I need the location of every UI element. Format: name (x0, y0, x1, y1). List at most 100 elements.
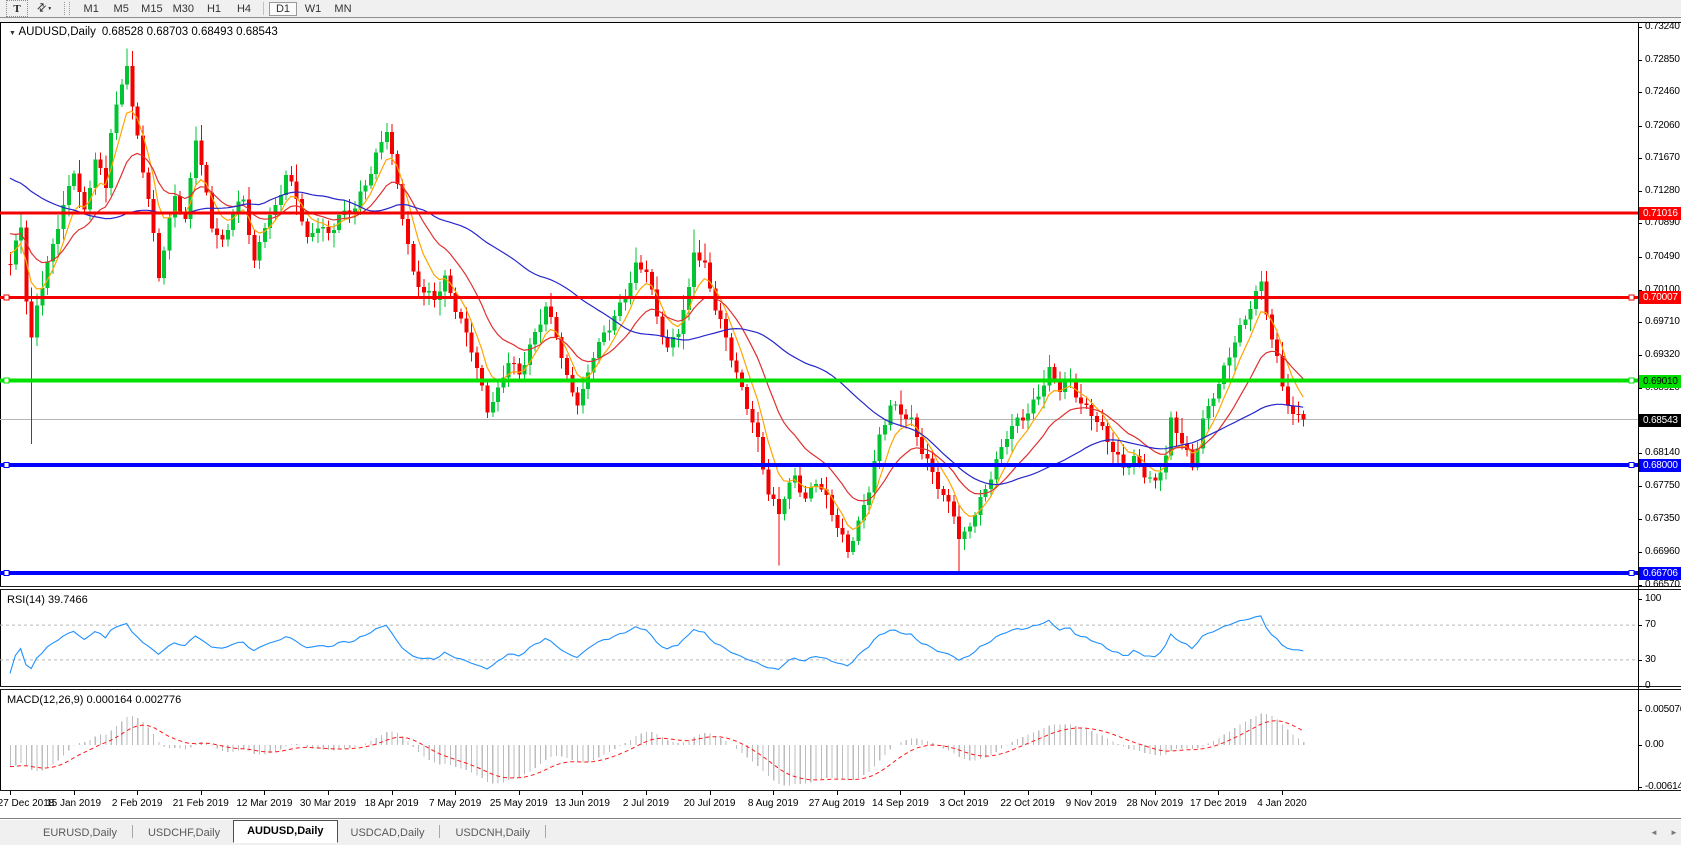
rsi-tick: 100 (1638, 593, 1681, 605)
rsi-tick-label: 30 (1645, 653, 1656, 665)
date-tick-label: 27 Aug 2019 (808, 798, 865, 809)
moving-average-medium (9, 152, 1304, 502)
line-handle (3, 294, 10, 301)
date-tick-label: 17 Dec 2019 (1190, 798, 1247, 809)
chart-title: ▼ AUDUSD,Daily 0.68528 0.68703 0.68493 0.… (7, 26, 278, 38)
date-tick-mark (836, 791, 838, 795)
timeframe-button-D1[interactable]: D1 (268, 1, 297, 16)
price-tick-label: 0.71280 (1645, 184, 1680, 196)
toolbar: T ⇅ ▼ M1 M5 M15 M30 H1 H4 D1 W1 MN (0, 0, 1681, 18)
rsi-tick-label: 0 (1645, 680, 1651, 691)
date-tick-label: 7 May 2019 (429, 798, 482, 809)
symbol-tab-AUDUSD[interactable]: AUDUSD,Daily (233, 820, 338, 843)
timeframe-toolbar: M1 M5 M15 M30 H1 H4 D1 W1 MN (76, 1, 358, 16)
macd-histogram (9, 713, 1305, 786)
symbol-dropdown-caret[interactable]: ▼ (9, 30, 16, 37)
price-tick-label: 0.72460 (1645, 86, 1680, 98)
tab-separator (131, 825, 133, 838)
timeframe-button-MN[interactable]: MN (329, 2, 357, 16)
macd-tick-label: 0.00 (1645, 739, 1664, 750)
text-tool-button[interactable]: T (6, 0, 28, 17)
macd-tick: -0.006148 (1638, 781, 1681, 793)
rsi-tick: 0 (1638, 680, 1681, 692)
open-value: 0.68528 (101, 26, 144, 38)
price-line-tag[interactable]: 0.71016 (1639, 206, 1681, 220)
price-tick: 0.71670 (1638, 152, 1681, 164)
price-tick: 0.67350 (1638, 513, 1681, 525)
rsi-tick-dash (1638, 659, 1642, 661)
line-handle (1628, 294, 1635, 301)
macd-tick-dash (1638, 787, 1642, 789)
price-tick: 0.72460 (1638, 86, 1681, 98)
macd-indicator-canvas[interactable] (0, 690, 1681, 790)
symbol-tab-USDCNH[interactable]: USDCNH,Daily (442, 824, 543, 842)
date-tick-mark (264, 791, 266, 795)
price-tick: 0.72060 (1638, 120, 1681, 132)
price-tick-label: 0.67750 (1645, 479, 1680, 491)
trading-terminal: T ⇅ ▼ M1 M5 M15 M30 H1 H4 D1 W1 MN ▼ AUDUSD,Dail… (0, 0, 1681, 845)
macd-tick-label: 0.005076 (1645, 704, 1681, 715)
panel-separator[interactable] (0, 686, 1681, 690)
date-tick-label: 20 Jul 2019 (683, 798, 736, 809)
price-line-tag[interactable]: 0.69010 (1639, 374, 1681, 388)
symbol-tab-EURUSD[interactable]: EURUSD,Daily (30, 824, 130, 842)
timeframe-button-M30[interactable]: M30 (169, 2, 198, 16)
price-tick-dash (1638, 453, 1642, 455)
macd-tick-dash (1638, 710, 1642, 711)
price-tick-dash (1638, 485, 1642, 487)
symbol-label: AUDUSD,Daily (18, 26, 96, 38)
text-tool-label: T (13, 2, 21, 15)
date-tick-label: 28 Nov 2019 (1126, 798, 1184, 809)
toolbar-grip[interactable] (64, 2, 71, 15)
price-tick-label: 0.69710 (1645, 316, 1680, 328)
toolbar-separator (262, 2, 264, 16)
price-line-tag[interactable]: 0.68000 (1639, 459, 1681, 473)
main-chart-canvas[interactable] (0, 22, 1681, 586)
timeframe-button-M5[interactable]: M5 (107, 2, 135, 16)
tab-scroll-right-icon[interactable]: ► (1670, 828, 1678, 837)
panel-separator[interactable] (0, 586, 1681, 590)
date-tick-mark (646, 791, 647, 795)
price-line-tag[interactable]: 0.70007 (1639, 291, 1681, 305)
symbol-tab-bar: EURUSD,Daily USDCHF,Daily AUDUSD,Daily USDC… (0, 818, 1681, 845)
symbol-tab-USDCAD[interactable]: USDCAD,Daily (338, 824, 438, 842)
tab-separator (439, 825, 441, 838)
arrange-windows-button[interactable]: ⇅ ▼ (33, 1, 54, 16)
date-axis[interactable]: 27 Dec 2018 15 Jan 2019 2 Feb 2019 21 Feb 2… (0, 791, 1681, 818)
date-tick-mark (328, 791, 329, 795)
rsi-tick-dash (1638, 686, 1642, 687)
date-tick-label: 18 Apr 2019 (364, 798, 419, 809)
price-tick-dash (1638, 354, 1642, 356)
date-tick-label: 9 Nov 2019 (1065, 798, 1117, 809)
rsi-indicator-canvas[interactable] (0, 590, 1681, 686)
timeframe-button-M1[interactable]: M1 (77, 2, 105, 16)
low-value: 0.68493 (191, 26, 233, 38)
price-tick-dash (1638, 223, 1642, 225)
timeframe-button-H1[interactable]: H1 (200, 2, 228, 16)
price-tick-dash (1638, 322, 1642, 324)
timeframe-button-H4[interactable]: H4 (230, 2, 258, 16)
price-tick-label: 0.67350 (1645, 513, 1680, 525)
tab-scroll-left-icon[interactable]: ◄ (1650, 828, 1658, 837)
macd-tick: 0.005076 (1638, 704, 1681, 716)
date-tick-mark (200, 791, 202, 795)
date-tick-mark (1027, 791, 1029, 795)
timeframe-button-W1[interactable]: W1 (299, 2, 327, 16)
price-tick-dash (1638, 552, 1642, 553)
price-tick-dash (1638, 27, 1642, 28)
price-tick-dash (1638, 125, 1642, 127)
date-tick-mark (582, 791, 584, 795)
date-tick-mark (709, 791, 711, 795)
timeframe-button-M15[interactable]: M15 (137, 2, 166, 16)
symbol-tab-USDCHF[interactable]: USDCHF,Daily (135, 824, 233, 842)
price-tick: 0.69320 (1638, 349, 1681, 361)
line-handle (3, 570, 10, 577)
date-tick-mark (10, 791, 11, 795)
date-tick-mark (773, 791, 775, 795)
close-value: 0.68543 (236, 26, 278, 38)
price-line-tag[interactable]: 0.66706 (1639, 567, 1681, 581)
high-value: 0.68703 (146, 26, 189, 38)
line-handle (1628, 462, 1635, 469)
line-handle (3, 462, 10, 469)
price-tick: 0.73240 (1638, 21, 1681, 33)
